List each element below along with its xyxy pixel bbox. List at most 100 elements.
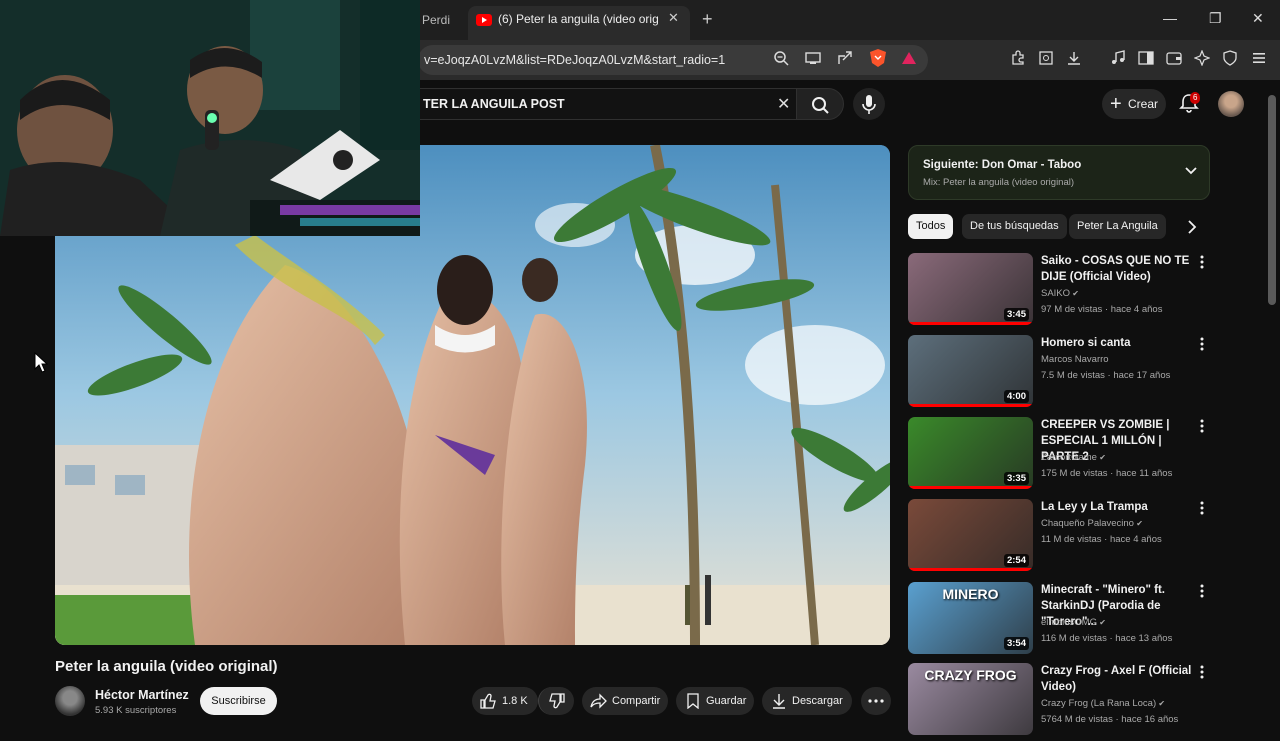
voice-search-button[interactable] (853, 88, 885, 120)
channel-name[interactable]: Héctor Martínez (95, 688, 189, 702)
related-video-item[interactable]: 3:35 CREEPER VS ZOMBIE | ESPECIAL 1 MILLÓ… (908, 417, 1208, 495)
chevron-down-icon[interactable] (1184, 164, 1198, 178)
related-video-item[interactable]: 2:54 La Ley y La Trampa Chaqueño Palavecin… (908, 499, 1208, 577)
tab-close-icon[interactable]: ✕ (668, 10, 679, 26)
cast-icon[interactable] (805, 50, 821, 66)
clear-search-icon[interactable]: ✕ (777, 94, 790, 114)
duration-badge: 4:00 (1003, 390, 1029, 403)
related-video-channel[interactable]: elrubiusOMG ✔ (1041, 617, 1106, 628)
share-page-icon[interactable] (837, 50, 853, 66)
thumbnail-text: CRAZY FROG (924, 667, 1017, 683)
video-thumbnail[interactable]: 4:00 (908, 335, 1033, 407)
channel-avatar[interactable] (55, 686, 85, 716)
more-vertical-icon[interactable] (1200, 665, 1204, 679)
like-button[interactable]: 1.8 K (472, 687, 538, 715)
mix-playlist-panel[interactable]: Siguiente: Don Omar - Taboo Mix: Peter l… (908, 145, 1210, 200)
tab-previous[interactable]: Perdi (418, 6, 468, 34)
more-vertical-icon[interactable] (1200, 584, 1204, 598)
chevron-right-icon[interactable] (1186, 220, 1198, 234)
related-video-item[interactable]: CRAZY FROG Crazy Frog - Axel F (Official … (908, 663, 1208, 741)
verified-check-icon: ✔ (1156, 699, 1166, 708)
screenshot-icon[interactable] (1038, 50, 1054, 66)
related-video-item[interactable]: MINERO 3:54 Minecraft - "Minero" ft. Stark… (908, 582, 1208, 660)
related-video-item[interactable]: 4:00 Homero si canta Marcos Navarro 7.5 M d… (908, 335, 1208, 413)
leo-ai-icon[interactable] (1194, 50, 1210, 66)
maximize-icon[interactable]: ❐ (1209, 10, 1222, 27)
brave-shield-icon[interactable] (869, 48, 887, 68)
vpn-icon[interactable] (1222, 50, 1238, 66)
account-avatar[interactable] (1218, 91, 1244, 117)
webcam-overlay (0, 0, 420, 236)
bookmark-icon (687, 693, 699, 709)
channel-label: SAIKO (1041, 288, 1071, 299)
chip-searches[interactable]: De tus búsquedas (962, 214, 1067, 239)
sidebar-icon[interactable] (1138, 50, 1154, 66)
menu-icon[interactable] (1251, 50, 1267, 66)
chip-peter-la-anguila[interactable]: Peter La Anguila (1069, 214, 1166, 239)
more-vertical-icon[interactable] (1200, 255, 1204, 269)
url-text: v=eJoqzA0LvzM&list=RDeJoqzA0LvzM&start_r… (424, 53, 726, 67)
mouse-cursor-icon (34, 352, 48, 373)
search-input[interactable]: TER LA ANGUILA POST ✕ (418, 88, 796, 120)
video-thumbnail[interactable]: 2:54 (908, 499, 1033, 571)
zoom-icon[interactable] (773, 50, 789, 66)
video-thumbnail[interactable]: 3:45 (908, 253, 1033, 325)
plus-icon: + (1110, 93, 1122, 115)
video-thumbnail[interactable]: MINERO 3:54 (908, 582, 1033, 654)
new-tab-button[interactable]: + (702, 9, 713, 29)
create-button[interactable]: + Crear (1102, 89, 1166, 119)
more-actions-button[interactable] (861, 687, 891, 715)
related-video-channel[interactable]: Crazy Frog (La Rana Loca) ✔ (1041, 698, 1165, 709)
more-vertical-icon[interactable] (1200, 501, 1204, 515)
chip-todos[interactable]: Todos (908, 214, 954, 239)
related-video-meta: 7.5 M de vistas · hace 17 años (1041, 370, 1171, 381)
more-vertical-icon[interactable] (1200, 337, 1204, 351)
download-icon[interactable] (1066, 50, 1082, 66)
search-query: TER LA ANGUILA POST (423, 97, 565, 111)
subscriber-count: 5.93 K suscriptores (95, 705, 177, 716)
media-icon[interactable] (1110, 50, 1126, 66)
close-window-icon[interactable]: ✕ (1252, 10, 1264, 27)
thumbs-down-icon (549, 693, 565, 709)
extensions-icon[interactable] (1010, 50, 1026, 66)
thumbs-up-icon (480, 693, 496, 709)
related-video-channel[interactable]: ZarcortGame ✔ (1041, 452, 1106, 463)
verified-check-icon: ✔ (1070, 289, 1079, 298)
dislike-button[interactable] (538, 687, 574, 715)
save-label: Guardar (706, 695, 747, 707)
scrollbar[interactable] (1268, 95, 1276, 305)
mix-subtitle: Mix: Peter la anguila (video original) (923, 177, 1075, 188)
verified-check-icon: ✔ (1096, 618, 1106, 627)
related-video-title[interactable]: Saiko - COSAS QUE NO TE DIJE (Official V… (1041, 253, 1196, 285)
share-label: Compartir (612, 695, 661, 707)
youtube-icon (476, 14, 492, 26)
webcam-feed-image (0, 0, 420, 236)
related-video-meta: 175 M de vistas · hace 11 años (1041, 468, 1173, 479)
minimize-icon[interactable]: — (1163, 10, 1177, 26)
brave-rewards-icon[interactable] (901, 50, 917, 66)
related-video-title[interactable]: Homero si canta (1041, 335, 1196, 351)
save-button[interactable]: Guardar (676, 687, 754, 715)
channel-label: Crazy Frog (La Rana Loca) (1041, 698, 1157, 709)
video-thumbnail[interactable]: CRAZY FROG (908, 663, 1033, 735)
search-button[interactable] (796, 88, 844, 120)
related-video-meta: 116 M de vistas · hace 13 años (1041, 633, 1173, 644)
related-video-title[interactable]: Crazy Frog - Axel F (Official Video) (1041, 663, 1196, 695)
tab-title: (6) Peter la anguila (video original) (498, 12, 658, 26)
related-video-channel[interactable]: Chaqueño Palavecino ✔ (1041, 518, 1143, 529)
watch-progress-bar (908, 568, 1033, 571)
related-video-channel[interactable]: SAIKO ✔ (1041, 288, 1079, 299)
watch-progress-bar (908, 486, 1033, 489)
subscribe-button[interactable]: Suscribirse (200, 687, 277, 715)
related-video-title[interactable]: La Ley y La Trampa (1041, 499, 1196, 515)
share-button[interactable]: Compartir (582, 687, 668, 715)
thumbnail-text: MINERO (942, 586, 999, 602)
wallet-icon[interactable] (1166, 50, 1182, 66)
tab-active[interactable]: (6) Peter la anguila (video original) ✕ (468, 6, 690, 40)
related-video-channel[interactable]: Marcos Navarro (1041, 354, 1109, 365)
video-thumbnail[interactable]: 3:35 (908, 417, 1033, 489)
download-button[interactable]: Descargar (762, 687, 852, 715)
more-vertical-icon[interactable] (1200, 419, 1204, 433)
related-video-item[interactable]: 3:45 Saiko - COSAS QUE NO TE DIJE (Offici… (908, 253, 1208, 331)
watch-progress-bar (908, 322, 1033, 325)
